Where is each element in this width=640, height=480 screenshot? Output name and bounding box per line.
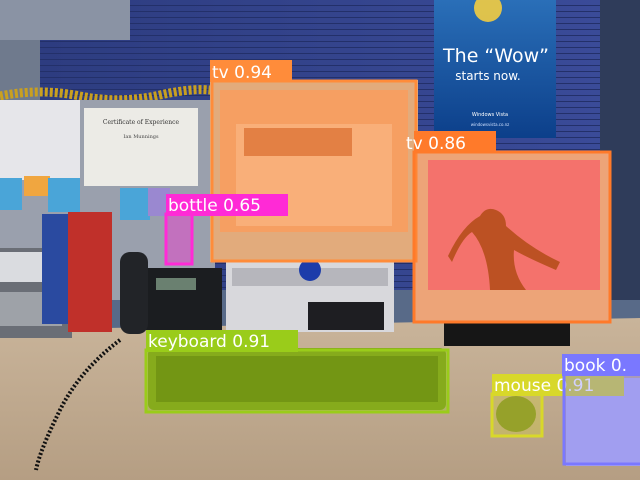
poster-headline-line1: The “Wow” bbox=[442, 45, 549, 67]
detection-book: book 0. bbox=[562, 354, 640, 466]
label-keyboard: keyboard 0.91 bbox=[148, 332, 270, 352]
office-desk-photo: Certificate of Experience Ian Munnings T… bbox=[0, 0, 640, 480]
bbox-keyboard bbox=[144, 348, 450, 414]
sticky-note bbox=[0, 178, 22, 210]
binder-red bbox=[68, 212, 112, 332]
bbox-book bbox=[562, 372, 640, 466]
bbox-tv-1 bbox=[210, 79, 418, 263]
poster-brand: Windows Vista bbox=[472, 112, 508, 118]
label-book: book 0. bbox=[564, 356, 627, 376]
desktop-computer bbox=[226, 259, 394, 332]
bbox-tv-2 bbox=[412, 150, 612, 324]
label-tv-1: tv 0.94 bbox=[212, 63, 272, 83]
poster-headline-line2: starts now. bbox=[455, 69, 521, 83]
binder-blue bbox=[42, 214, 72, 324]
label-tv-2: tv 0.86 bbox=[406, 134, 466, 154]
detection-tv-1: tv 0.94 bbox=[210, 60, 418, 263]
detection-tv-2: tv 0.86 bbox=[406, 131, 612, 324]
bbox-mouse bbox=[490, 392, 544, 438]
bbox-bottle bbox=[164, 212, 194, 266]
certificate-name: Ian Munnings bbox=[123, 134, 159, 140]
sticky-note bbox=[120, 188, 150, 220]
paper-notice bbox=[0, 100, 80, 180]
sticky-note bbox=[48, 178, 80, 212]
certificate-title: Certificate of Experience bbox=[103, 119, 180, 126]
sticky-note bbox=[24, 176, 50, 196]
poster-url: windowsvista.co.nz bbox=[471, 122, 510, 127]
label-bottle: bottle 0.65 bbox=[168, 196, 261, 216]
ceiling-trim bbox=[0, 0, 130, 40]
